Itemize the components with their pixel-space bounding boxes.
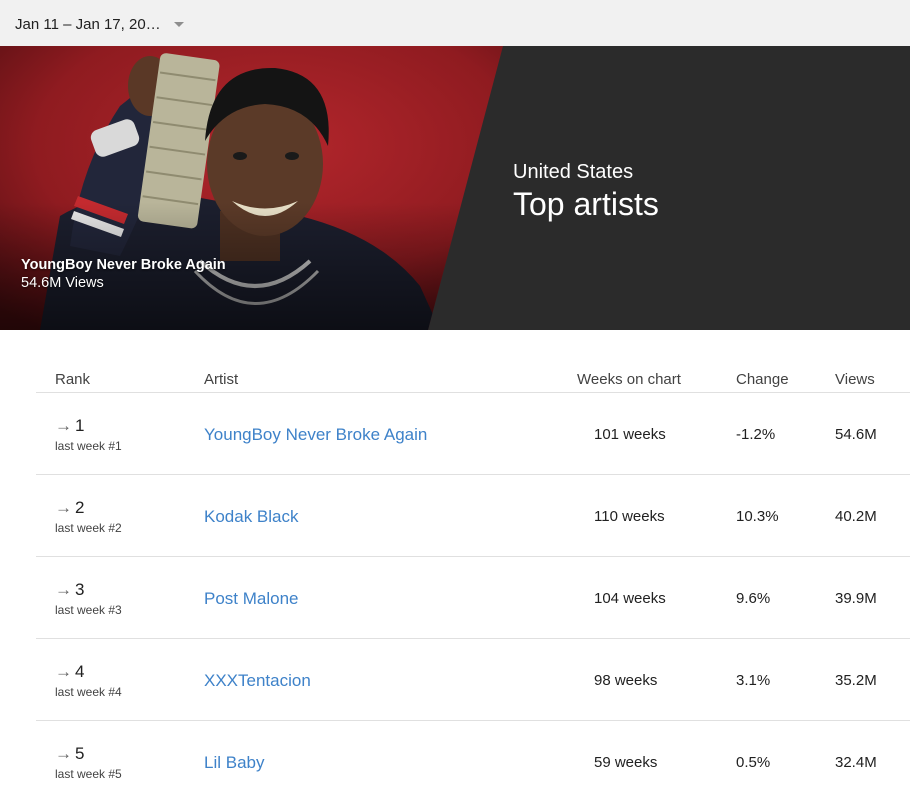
caret-down-icon [173, 21, 184, 27]
column-header-weeks: Weeks on chart [577, 371, 681, 388]
change-value: 10.3% [736, 508, 779, 525]
table-header: Rank Artist Weeks on chart Change Views [36, 362, 910, 393]
change-value: 0.5% [736, 754, 771, 771]
change-value: 9.6% [736, 590, 771, 607]
arrow-right-icon: → [55, 580, 72, 599]
rank-cell: → 1 last week #1 [55, 416, 122, 453]
views-value: 39.9M [835, 590, 877, 607]
last-week-rank: last week #5 [55, 767, 122, 781]
views-value: 32.4M [835, 754, 877, 771]
arrow-right-icon: → [55, 662, 72, 681]
top-artists-table: Rank Artist Weeks on chart Change Views … [36, 362, 910, 802]
rank-cell: → 4 last week #4 [55, 662, 122, 699]
views-value: 54.6M [835, 426, 877, 443]
last-week-rank: last week #3 [55, 603, 122, 617]
artist-link[interactable]: Lil Baby [204, 753, 264, 773]
rank-number: 2 [75, 498, 85, 517]
hero-banner: YoungBoy Never Broke Again 54.6M Views U… [0, 46, 910, 330]
weeks-on-chart: 110 weeks [594, 508, 665, 525]
column-header-change: Change [736, 371, 789, 388]
weeks-on-chart: 104 weeks [594, 590, 666, 607]
column-header-views: Views [835, 371, 875, 388]
rank-number: 4 [75, 662, 85, 681]
hero-artist-views: 54.6M Views [21, 275, 104, 291]
table-row: → 1 last week #1 YoungBoy Never Broke Ag… [36, 393, 910, 475]
page-title: Top artists [513, 186, 659, 222]
last-week-rank: last week #4 [55, 685, 122, 699]
arrow-right-icon: → [55, 744, 72, 763]
rank-cell: → 3 last week #3 [55, 580, 122, 617]
rank-cell: → 5 last week #5 [55, 744, 122, 781]
artist-link[interactable]: Post Malone [204, 589, 299, 609]
hero-artist-name: YoungBoy Never Broke Again [21, 257, 226, 273]
table-row: → 3 last week #3 Post Malone 104 weeks 9… [36, 557, 910, 639]
table-row: → 4 last week #4 XXXTentacion 98 weeks 3… [36, 639, 910, 721]
weeks-on-chart: 101 weeks [594, 426, 666, 443]
column-header-artist: Artist [204, 371, 239, 388]
weeks-on-chart: 98 weeks [594, 672, 658, 689]
change-value: 3.1% [736, 672, 771, 689]
country-label: United States [513, 161, 634, 183]
last-week-rank: last week #1 [55, 439, 122, 453]
arrow-right-icon: → [55, 416, 72, 435]
date-range-label: Jan 11 – Jan 17, 20… [15, 15, 161, 33]
hero-titles: United States Top artists [513, 160, 659, 223]
date-range-dropdown[interactable]: Jan 11 – Jan 17, 20… [15, 14, 184, 34]
rank-cell: → 2 last week #2 [55, 498, 122, 535]
arrow-right-icon: → [55, 498, 72, 517]
views-value: 35.2M [835, 672, 877, 689]
views-value: 40.2M [835, 508, 877, 525]
artist-link[interactable]: XXXTentacion [204, 671, 311, 691]
artist-link[interactable]: Kodak Black [204, 507, 299, 527]
rank-number: 5 [75, 744, 85, 763]
artist-link[interactable]: YoungBoy Never Broke Again [204, 425, 427, 445]
change-value: -1.2% [736, 426, 776, 443]
weeks-on-chart: 59 weeks [594, 754, 658, 771]
last-week-rank: last week #2 [55, 521, 122, 535]
hero-caption: YoungBoy Never Broke Again 54.6M Views [21, 256, 226, 292]
table-row: → 2 last week #2 Kodak Black 110 weeks 1… [36, 475, 910, 557]
date-range-bar: Jan 11 – Jan 17, 20… [0, 0, 910, 46]
table-row: → 5 last week #5 Lil Baby 59 weeks 0.5% … [36, 721, 910, 802]
rank-number: 3 [75, 580, 85, 599]
column-header-rank: Rank [55, 371, 91, 388]
rank-number: 1 [75, 416, 85, 435]
